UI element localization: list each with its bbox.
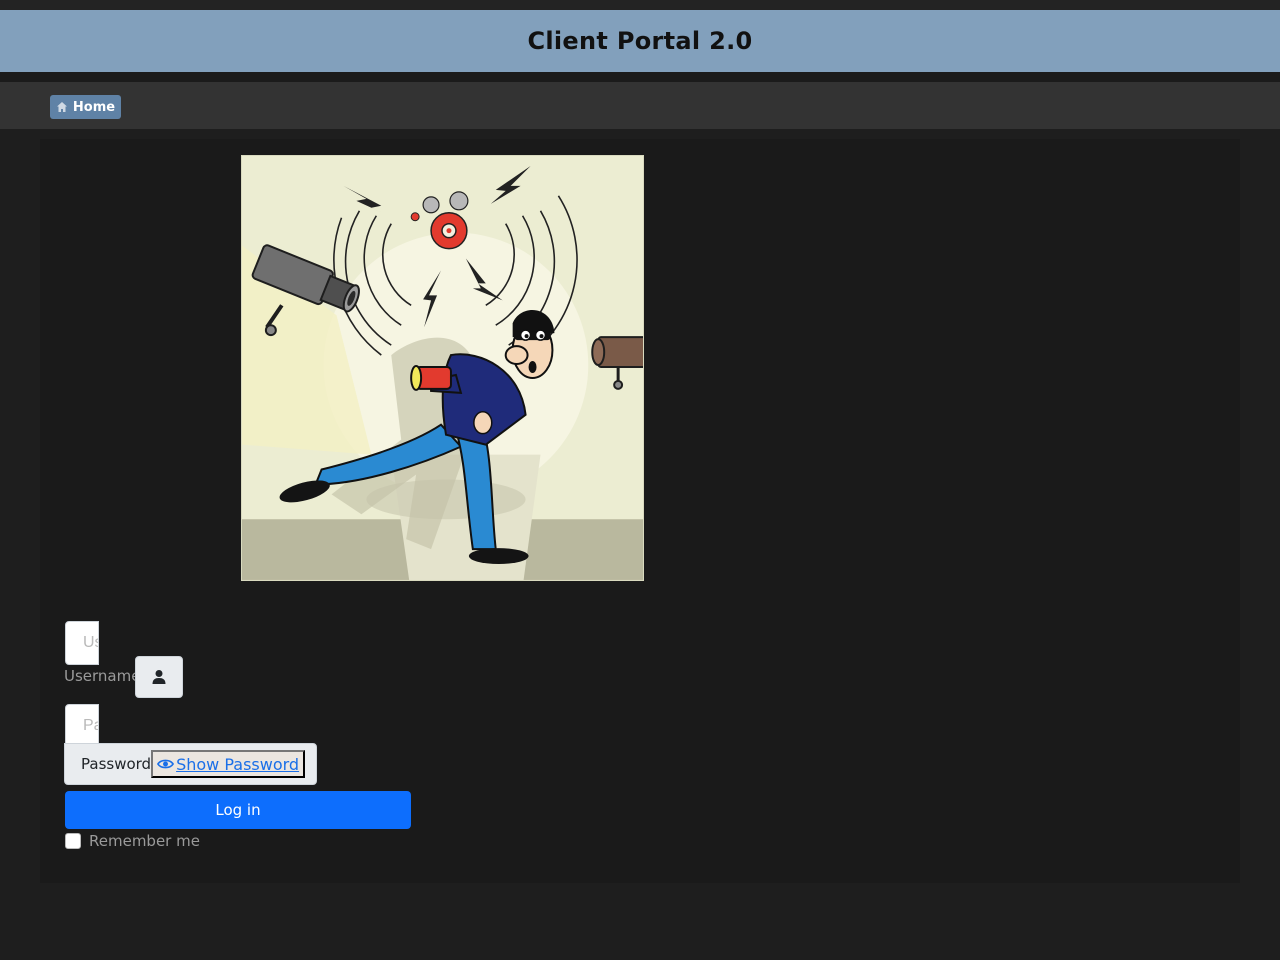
remember-me-label: Remember me [89,832,200,850]
show-password-label: Show Password [176,754,300,774]
page-title: Client Portal 2.0 [527,27,753,55]
password-input[interactable] [65,704,99,748]
password-addon: Password Show Password [64,743,317,785]
username-input[interactable] [65,621,99,665]
user-icon [152,670,166,684]
eye-icon [157,759,175,769]
top-border [0,0,1280,10]
header-divider [0,72,1280,82]
home-label: Home [72,99,116,115]
login-panel: Username Password Show Password Log in R… [40,139,1240,883]
show-password-button[interactable]: Show Password [151,750,306,778]
home-icon [56,102,67,112]
burglar-image [242,156,643,580]
username-label: Username [64,667,141,685]
username-icon-button[interactable] [135,656,183,698]
navbar: Home [0,82,1280,129]
security-illustration [241,155,644,581]
site-header: Client Portal 2.0 [0,10,1280,72]
password-label: Password [81,755,152,773]
home-button[interactable]: Home [50,95,121,119]
login-button[interactable]: Log in [65,791,411,829]
remember-me-checkbox[interactable] [65,833,81,849]
